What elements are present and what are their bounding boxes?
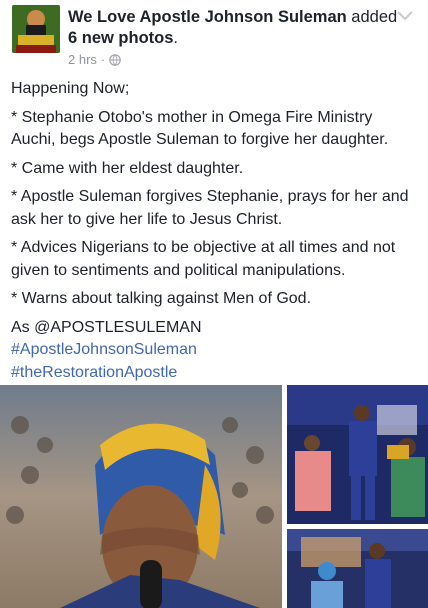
photo-apostle-on-stage[interactable] <box>287 385 428 524</box>
meta-separator: · <box>100 52 106 67</box>
page-name-link[interactable]: We Love Apostle Johnson Suleman <box>68 8 347 26</box>
new-photos-link[interactable]: 6 new photos <box>68 29 173 47</box>
page-avatar[interactable] <box>12 5 60 53</box>
post-paragraph: As @APOSTLESULEMAN <box>11 318 202 336</box>
action-end: . <box>173 29 179 47</box>
post-timestamp[interactable]: 2 hrs <box>68 52 97 67</box>
chevron-down-icon[interactable] <box>396 10 414 22</box>
globe-icon <box>109 53 122 66</box>
post-text: Happening Now; * Stephanie Otobo's mothe… <box>11 78 419 384</box>
post-action-line: 6 new photos. <box>68 28 178 49</box>
post-paragraph: * Apostle Suleman forgives Stephanie, pr… <box>11 188 409 228</box>
hashtag-link[interactable]: #ApostleJohnsonSuleman <box>11 339 419 362</box>
post-paragraph: * Stephanie Otobo's mother in Omega Fire… <box>11 108 389 149</box>
post-paragraph: * Warns about talking against Men of God… <box>11 290 312 307</box>
hashtag-link[interactable]: #theRestorationApostle <box>11 362 419 385</box>
post-paragraph: * Advices Nigerians to be objective at a… <box>11 239 396 279</box>
post-header: We Love Apostle Johnson Suleman added 6 … <box>0 0 428 72</box>
action-text: added <box>346 8 398 26</box>
post-paragraph: Happening Now; <box>11 80 130 97</box>
post-paragraph: * Came with her eldest daughter. <box>11 159 244 177</box>
post-author-line: We Love Apostle Johnson Suleman added <box>68 7 397 28</box>
photo-apostle-praying[interactable] <box>287 529 428 608</box>
post-meta: 2 hrs · <box>68 52 122 67</box>
photo-woman-with-microphone[interactable] <box>0 385 282 608</box>
